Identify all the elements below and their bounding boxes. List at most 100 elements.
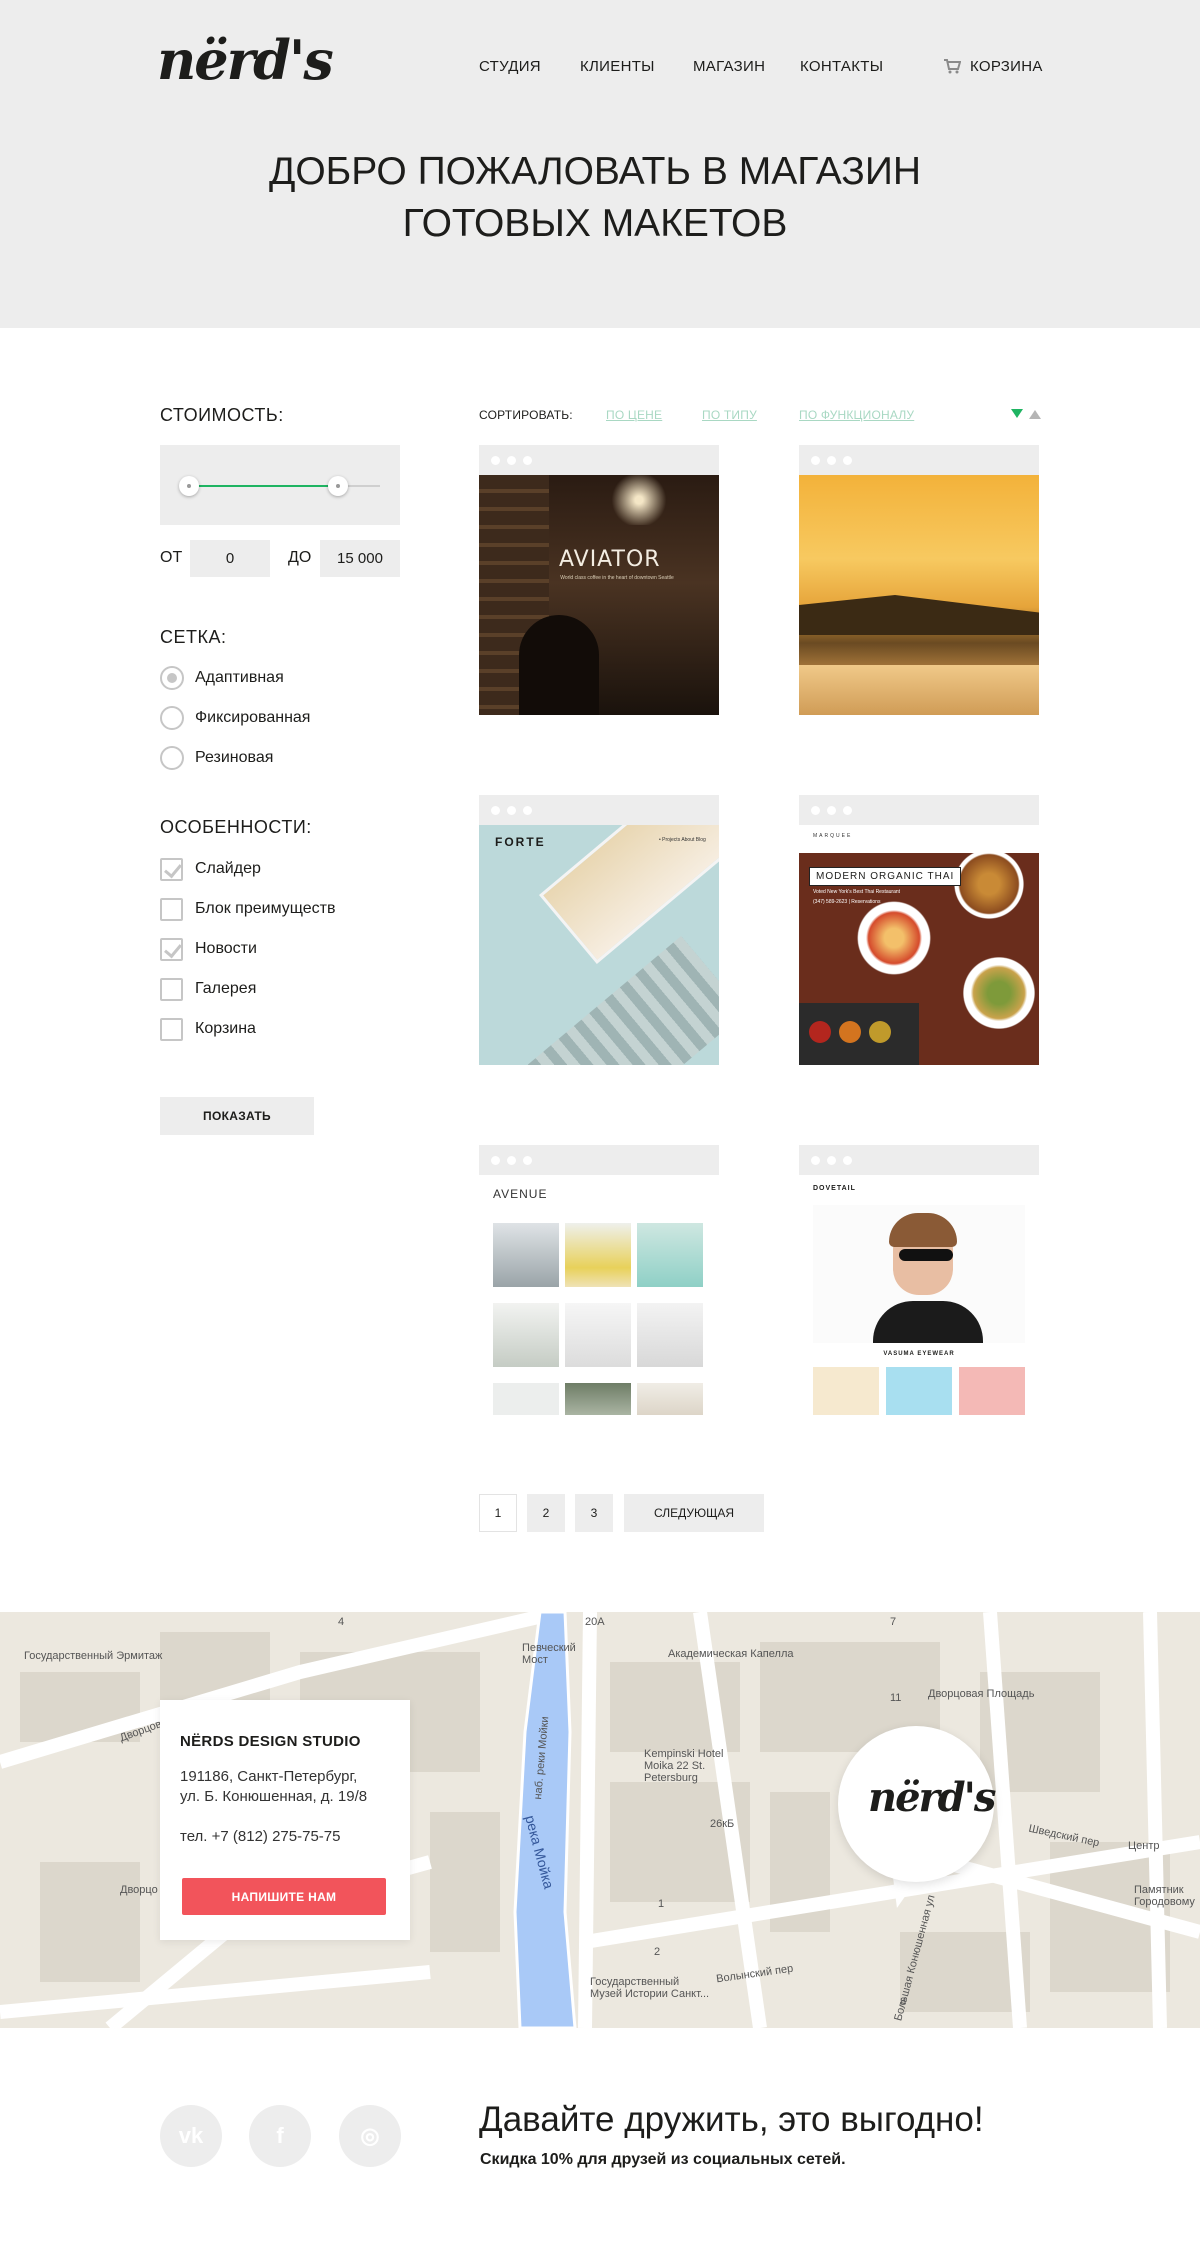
- price-filter-title: СТОИМОСТЬ:: [160, 405, 284, 425]
- price-to-input[interactable]: [320, 540, 400, 577]
- map-label: 1: [658, 1898, 665, 1910]
- browser-bar: [799, 795, 1039, 825]
- sort-by-features[interactable]: ПО ФУНКЦИОНАЛУ: [799, 408, 914, 422]
- instagram-icon[interactable]: ◎: [339, 2105, 401, 2167]
- sauce-tray-image: [799, 1003, 919, 1065]
- map-label: Государственный Эрмитаж: [24, 1650, 163, 1662]
- sand-image: [799, 665, 1039, 715]
- feature-label: Слайдер: [195, 860, 261, 877]
- social-promo-subtitle: Скидка 10% для друзей из социальных сете…: [480, 2151, 846, 2168]
- nav-shop[interactable]: МАГАЗИН: [693, 58, 765, 75]
- template-card-avenue[interactable]: AVENUE: [479, 1145, 719, 1415]
- gallery-thumb: [565, 1383, 631, 1415]
- slider-handle-min[interactable]: [179, 476, 199, 496]
- template-nav: • Projects About Blog: [659, 837, 706, 843]
- template-preview-image: DOVETAIL VASUMA EYEWEAR: [799, 1175, 1039, 1415]
- page-2-button[interactable]: 2: [527, 1494, 565, 1532]
- map-label: 11: [890, 1692, 902, 1704]
- checkbox[interactable]: [160, 937, 183, 961]
- grid-option-fixed[interactable]: Фиксированная: [160, 705, 310, 731]
- nav-studio[interactable]: СТУДИЯ: [479, 58, 541, 75]
- checkbox[interactable]: [160, 1017, 183, 1041]
- hero-model-image: [813, 1205, 1025, 1343]
- product-thumb: [813, 1367, 879, 1415]
- address-line-2: ул. Б. Конюшенная, д. 19/8: [180, 1788, 368, 1805]
- gallery-thumb: [493, 1223, 559, 1287]
- slider-handle-max[interactable]: [327, 476, 348, 496]
- template-preview-image: AVIATOR World class coffee in the heart …: [479, 475, 719, 715]
- feature-label: Блок преимуществ: [195, 900, 336, 917]
- template-title: FORTE: [495, 835, 546, 849]
- write-us-button[interactable]: НАПИШИТЕ НАМ: [182, 1878, 386, 1915]
- shore-image: [799, 595, 1039, 635]
- template-card-aviator[interactable]: AVIATOR World class coffee in the heart …: [479, 445, 719, 715]
- price-from-input[interactable]: [190, 540, 270, 577]
- sort-by-type[interactable]: ПО ТИПУ: [702, 408, 757, 422]
- browser-bar: [479, 795, 719, 825]
- grid-option-fluid[interactable]: Резиновая: [160, 745, 273, 771]
- feature-cart[interactable]: Корзина: [160, 1016, 256, 1042]
- map-label: Государственный Музей Истории Санкт...: [590, 1976, 710, 2000]
- show-button[interactable]: ПОКАЗАТЬ: [160, 1097, 314, 1135]
- template-card-dovetail[interactable]: DOVETAIL VASUMA EYEWEAR: [799, 1145, 1039, 1415]
- template-card-beach[interactable]: [799, 445, 1039, 715]
- cart-icon[interactable]: [944, 59, 961, 74]
- product-thumb: [959, 1367, 1025, 1415]
- facebook-icon[interactable]: f: [249, 2105, 311, 2167]
- template-card-forte[interactable]: FORTE • Projects About Blog: [479, 795, 719, 1065]
- nav-clients[interactable]: КЛИЕНТЫ: [580, 58, 655, 75]
- vk-icon[interactable]: vk: [160, 2105, 222, 2167]
- sort-desc-icon[interactable]: [1011, 409, 1023, 418]
- radio-button[interactable]: [160, 746, 184, 770]
- checkbox[interactable]: [160, 977, 183, 1001]
- sort-asc-icon[interactable]: [1029, 410, 1041, 419]
- page-1-button[interactable]: 1: [479, 1494, 517, 1532]
- gallery-thumb: [565, 1223, 631, 1287]
- main-nav: СТУДИЯ КЛИЕНТЫ МАГАЗИН КОНТАКТЫ КОРЗИНА: [0, 58, 1200, 78]
- site-header: nërd's СТУДИЯ КЛИЕНТЫ МАГАЗИН КОНТАКТЫ К…: [0, 0, 1200, 328]
- studio-name: NËRDS DESIGN STUDIO: [180, 1733, 361, 1750]
- template-preview-image: [799, 475, 1039, 715]
- browser-bar: [799, 445, 1039, 475]
- nav-contacts[interactable]: КОНТАКТЫ: [800, 58, 883, 75]
- feature-news[interactable]: Новости: [160, 936, 257, 962]
- template-title: DOVETAIL: [813, 1185, 856, 1192]
- template-subtitle: World class coffee in the heart of downt…: [560, 575, 674, 581]
- feature-label: Корзина: [195, 1020, 256, 1037]
- gallery-thumb: [637, 1303, 703, 1367]
- template-title: AVIATOR: [559, 547, 661, 572]
- phone-number: тел. +7 (812) 275-75-75: [180, 1828, 341, 1845]
- grid-option-adaptive[interactable]: Адаптивная: [160, 665, 284, 691]
- checkbox[interactable]: [160, 857, 183, 881]
- map-label: Kempinski Hotel Moika 22 St. Petersburg: [644, 1748, 724, 1784]
- map-label: 20А: [585, 1616, 605, 1628]
- feature-slider[interactable]: Слайдер: [160, 856, 261, 882]
- next-page-button[interactable]: СЛЕДУЮЩАЯ: [624, 1494, 764, 1532]
- map-label: 4: [338, 1616, 345, 1628]
- radio-button[interactable]: [160, 666, 184, 690]
- template-title: MODERN ORGANIC THAI: [809, 867, 962, 886]
- template-title: AVENUE: [493, 1187, 548, 1201]
- map-label: 8: [900, 1996, 907, 2008]
- nav-cart[interactable]: КОРЗИНА: [970, 58, 1043, 75]
- gallery-thumb: [637, 1223, 703, 1287]
- page-3-button[interactable]: 3: [575, 1494, 613, 1532]
- template-preview-image: FORTE • Projects About Blog: [479, 825, 719, 1065]
- hero-title: ДОБРО ПОЖАЛОВАТЬ В МАГАЗИН ГОТОВЫХ МАКЕТ…: [200, 146, 990, 250]
- price-slider[interactable]: [160, 445, 400, 525]
- contact-card: NËRDS DESIGN STUDIO 191186, Санкт-Петерб…: [160, 1700, 410, 1940]
- template-preview-image: MARQUEE MODERN ORGANIC THAI Voted New Yo…: [799, 825, 1039, 1065]
- template-subtitle: VASUMA EYEWEAR: [883, 1351, 955, 1357]
- checkbox[interactable]: [160, 897, 183, 921]
- template-card-marquee[interactable]: MARQUEE MODERN ORGANIC THAI Voted New Yo…: [799, 795, 1039, 1065]
- template-brand: MARQUEE: [813, 833, 853, 839]
- browser-bar: [479, 445, 719, 475]
- chandelier-image: [609, 475, 669, 525]
- sort-by-price[interactable]: ПО ЦЕНЕ: [606, 408, 662, 422]
- map-label: Центр: [1128, 1840, 1160, 1852]
- feature-benefits[interactable]: Блок преимуществ: [160, 896, 335, 922]
- radio-button[interactable]: [160, 706, 184, 730]
- feature-gallery[interactable]: Галерея: [160, 976, 256, 1002]
- map-label: 26кБ: [710, 1818, 735, 1830]
- gallery-thumb: [493, 1303, 559, 1367]
